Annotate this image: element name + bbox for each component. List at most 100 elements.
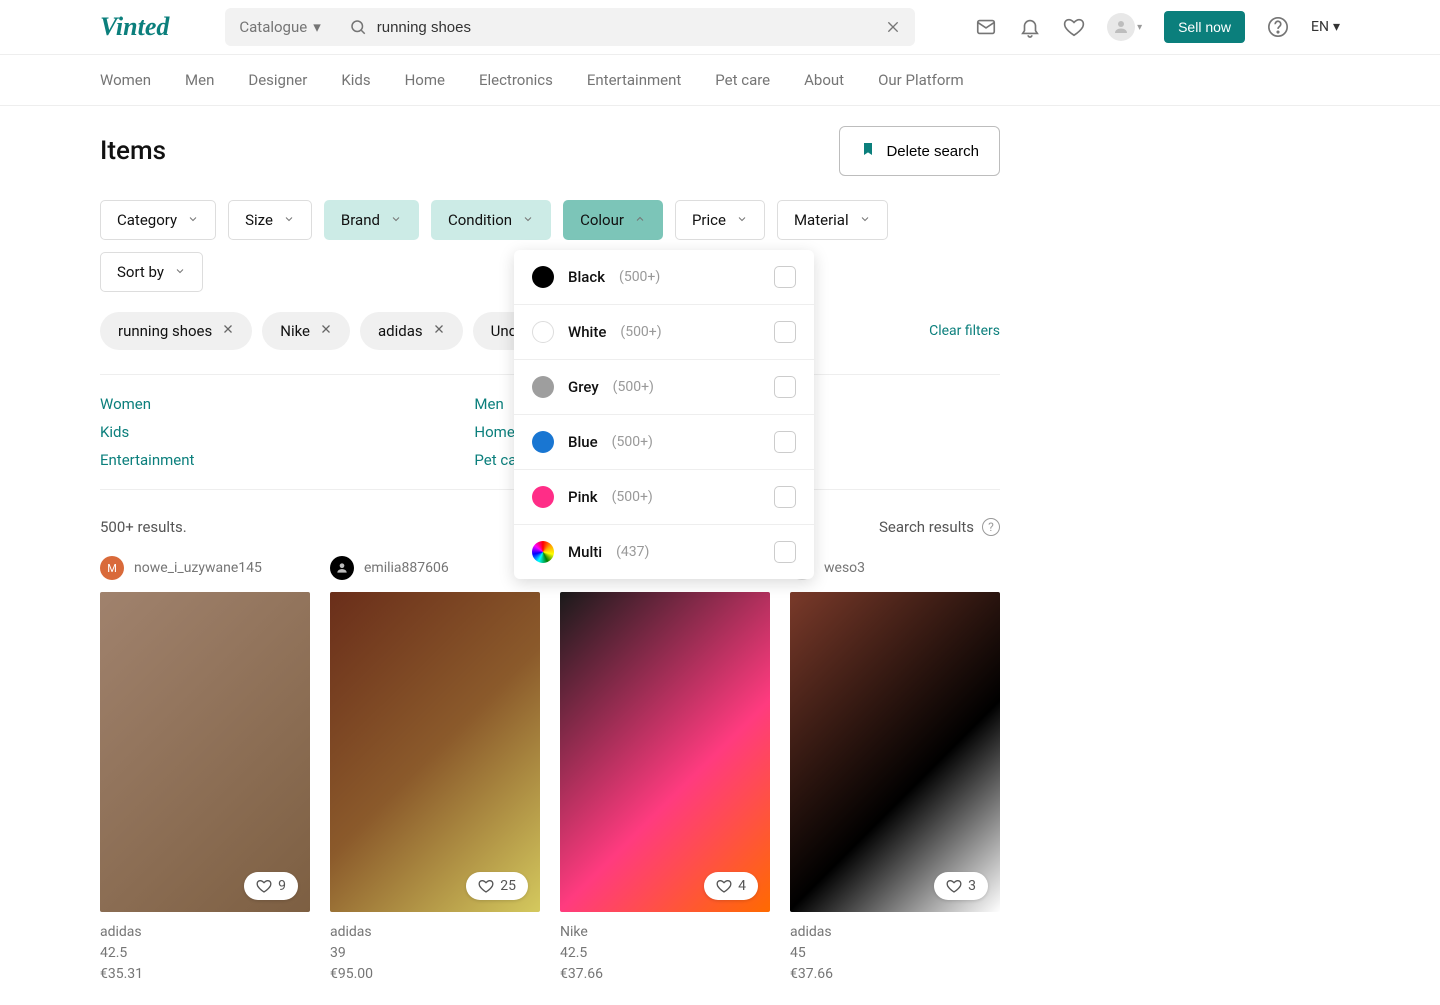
nav-item-our-platform[interactable]: Our Platform [878, 55, 964, 105]
filter-material[interactable]: Material [777, 200, 888, 240]
colour-option-blue[interactable]: Blue(500+) [514, 415, 814, 470]
like-button[interactable]: 25 [466, 872, 528, 900]
product-price: €35.31 [100, 964, 310, 985]
search-input[interactable] [377, 19, 876, 36]
nav-item-electronics[interactable]: Electronics [479, 55, 553, 105]
chip-running-shoes[interactable]: running shoes [100, 312, 252, 350]
product-card[interactable]: emilia88760625adidas39€95.00 [330, 556, 540, 985]
logo[interactable]: Vinted [100, 12, 169, 42]
product-brand: adidas [790, 922, 1000, 943]
filter-category[interactable]: Category [100, 200, 216, 240]
help-icon[interactable]: ? [982, 518, 1000, 536]
page-title: Items [100, 136, 166, 166]
product-grid: Mnowe_i_uzywane1459adidas42.5€35.31emili… [100, 556, 1000, 985]
product-card[interactable]: 4 Nike42.5€37.66 [560, 556, 770, 985]
close-icon[interactable] [885, 19, 901, 35]
product-seller[interactable]: weso3 [790, 556, 1000, 580]
colour-option-white[interactable]: White(500+) [514, 305, 814, 360]
filter-label: Price [692, 211, 726, 229]
product-size: 42.5 [560, 943, 770, 964]
nav-item-home[interactable]: Home [405, 55, 445, 105]
close-icon[interactable] [320, 323, 332, 339]
delete-search-label: Delete search [886, 143, 979, 160]
product-meta: Nike42.5€37.66 [560, 922, 770, 985]
colour-option-black[interactable]: Black(500+) [514, 250, 814, 305]
sell-button[interactable]: Sell now [1164, 11, 1245, 43]
colour-swatch [532, 321, 554, 343]
filter-label: Brand [341, 211, 380, 229]
colour-option-grey[interactable]: Grey(500+) [514, 360, 814, 415]
chip-adidas[interactable]: adidas [360, 312, 463, 350]
filter-size[interactable]: Size [228, 200, 312, 240]
product-image[interactable]: 9 [100, 592, 310, 912]
filter-price[interactable]: Price [675, 200, 765, 240]
nav-item-kids[interactable]: Kids [341, 55, 370, 105]
catalogue-label: Catalogue [239, 18, 307, 36]
filters-row: Category Size Brand Condition Colour Price Mat… [100, 200, 1000, 292]
seller-name: nowe_i_uzywane145 [134, 560, 262, 576]
language-label: EN [1311, 19, 1329, 35]
like-button[interactable]: 4 [704, 872, 758, 900]
nav-item-entertainment[interactable]: Entertainment [587, 55, 681, 105]
checkbox[interactable] [774, 486, 796, 508]
colour-option-pink[interactable]: Pink(500+) [514, 470, 814, 525]
filter-label: Size [245, 211, 273, 229]
colour-swatch [532, 266, 554, 288]
close-icon[interactable] [433, 323, 445, 339]
search-wrap: Catalogue ▾ [225, 8, 915, 46]
filter-label: Colour [580, 211, 624, 229]
checkbox[interactable] [774, 431, 796, 453]
nav: Women Men Designer Kids Home Electronics Enter… [0, 54, 1440, 106]
header: Vinted Catalogue ▾ ▾ [0, 0, 1440, 54]
product-seller[interactable]: Mnowe_i_uzywane145 [100, 556, 310, 580]
product-brand: adidas [100, 922, 310, 943]
checkbox[interactable] [774, 541, 796, 563]
product-image[interactable]: 3 [790, 592, 1000, 912]
chevron-down-icon [859, 213, 871, 228]
mail-icon[interactable] [975, 16, 997, 38]
product-seller[interactable]: emilia887606 [330, 556, 540, 580]
close-icon[interactable] [222, 323, 234, 339]
delete-search-button[interactable]: Delete search [839, 126, 1000, 176]
category-link-kids[interactable]: Kids [100, 423, 194, 441]
product-card[interactable]: weso33adidas45€37.66 [790, 556, 1000, 985]
chevron-down-icon [522, 213, 534, 228]
clear-filters-button[interactable]: Clear filters [929, 323, 1000, 339]
chevron-down-icon: ▾ [313, 18, 321, 36]
filter-brand[interactable]: Brand [324, 200, 419, 240]
nav-item-pet-care[interactable]: Pet care [715, 55, 770, 105]
chevron-up-icon [634, 213, 646, 228]
nav-item-designer[interactable]: Designer [248, 55, 307, 105]
chip-label: running shoes [118, 322, 212, 340]
checkbox[interactable] [774, 376, 796, 398]
product-image[interactable]: 4 [560, 592, 770, 912]
bell-icon[interactable] [1019, 16, 1041, 38]
help-icon[interactable] [1267, 16, 1289, 38]
category-link-entertainment[interactable]: Entertainment [100, 451, 194, 469]
search-results-label: Search results [879, 518, 974, 536]
product-card[interactable]: Mnowe_i_uzywane145 9 adidas42.5€35.31 [100, 556, 310, 985]
filter-sort-by[interactable]: Sort by [100, 252, 203, 292]
filter-condition[interactable]: Condition [431, 200, 551, 240]
nav-item-women[interactable]: Women [100, 55, 151, 105]
product-size: 42.5 [100, 943, 310, 964]
like-button[interactable]: 3 [934, 872, 988, 900]
header-right: ▾ Sell now EN ▾ [975, 11, 1340, 43]
colour-option-multi[interactable]: Multi(437) [514, 525, 814, 579]
checkbox[interactable] [774, 321, 796, 343]
category-link-women[interactable]: Women [100, 395, 194, 413]
filter-colour[interactable]: Colour [563, 200, 663, 240]
checkbox[interactable] [774, 266, 796, 288]
nav-item-about[interactable]: About [804, 55, 844, 105]
nav-item-men[interactable]: Men [185, 55, 214, 105]
catalogue-dropdown[interactable]: Catalogue ▾ [225, 8, 334, 46]
product-image[interactable]: 25 [330, 592, 540, 912]
user-menu[interactable]: ▾ [1107, 13, 1142, 41]
like-button[interactable]: 9 [244, 872, 298, 900]
chip-nike[interactable]: Nike [262, 312, 350, 350]
heart-icon[interactable] [1063, 16, 1085, 38]
colour-name: Grey [568, 378, 599, 396]
language-selector[interactable]: EN ▾ [1311, 19, 1340, 35]
product-price: €37.66 [790, 964, 1000, 985]
colour-swatch [532, 376, 554, 398]
